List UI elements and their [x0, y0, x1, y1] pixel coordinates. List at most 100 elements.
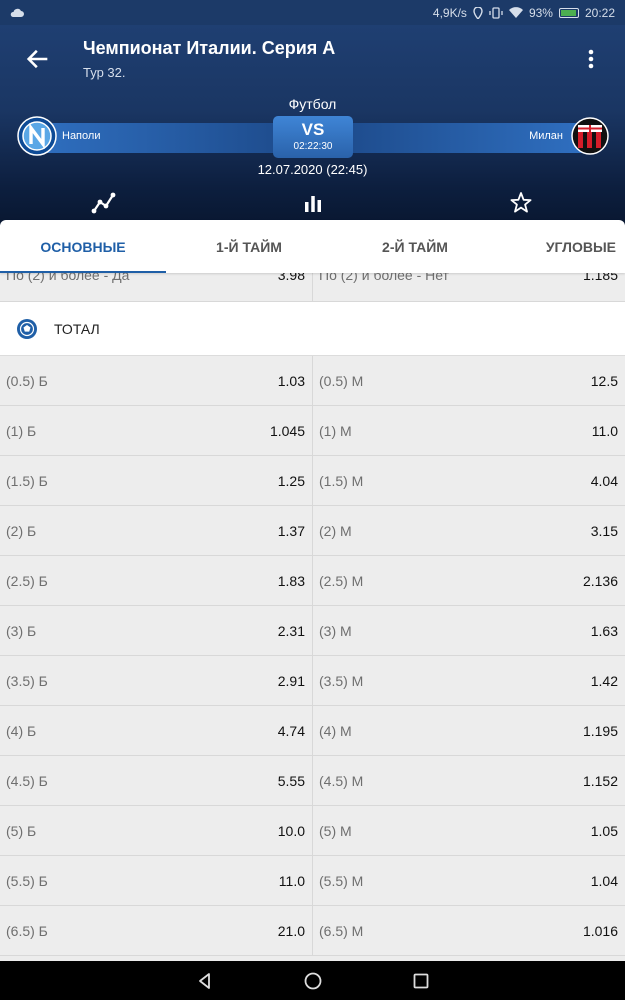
- odds-value: 4.04: [590, 472, 618, 489]
- bar-chart-icon[interactable]: [300, 190, 326, 216]
- odds-cell-yes[interactable]: По (2) и более - Да 3.98: [0, 273, 312, 301]
- section-header-total[interactable]: ТОТАЛ: [0, 302, 625, 356]
- odds-label: (0.5) Б: [6, 372, 48, 389]
- odds-cell-over[interactable]: (3.5) Б 2.91: [0, 656, 312, 705]
- odds-label: (3) М: [319, 622, 352, 639]
- odds-value: 3.15: [590, 522, 618, 539]
- odds-value: 1.83: [277, 572, 305, 589]
- odds-cell-over[interactable]: (2.5) Б 1.83: [0, 556, 312, 605]
- odds-value: 1.42: [590, 672, 618, 689]
- odds-value: 10.0: [277, 822, 305, 839]
- odds-cell-under[interactable]: (4) М 1.195: [312, 706, 625, 755]
- odds-cell-under[interactable]: (2) М 3.15: [312, 506, 625, 555]
- odds-cell-under[interactable]: (2.5) М 2.136: [312, 556, 625, 605]
- total-row: (0.5) Б 1.03 (0.5) М 12.5: [0, 356, 625, 406]
- odds-cell-over[interactable]: (2) Б 1.37: [0, 506, 312, 555]
- nav-recents-icon[interactable]: [411, 971, 431, 991]
- battery-fill: [560, 9, 576, 16]
- odds-value: 1.195: [582, 722, 618, 739]
- odds-value: 11.0: [591, 422, 618, 439]
- tab-corners[interactable]: УГЛОВЫЕ: [498, 220, 625, 273]
- odds-cell-under[interactable]: (0.5) М 12.5: [312, 356, 625, 405]
- odds-value: 1.04: [590, 872, 618, 889]
- odds-value: 1.05: [590, 822, 618, 839]
- total-row: (2.5) Б 1.83 (2.5) М 2.136: [0, 556, 625, 606]
- odds-cell-under[interactable]: (5.5) М 1.04: [312, 856, 625, 905]
- odds-cell-over[interactable]: (4) Б 4.74: [0, 706, 312, 755]
- odds-cell-over[interactable]: (1.5) Б 1.25: [0, 456, 312, 505]
- odds-cell-under[interactable]: (1) М 11.0: [312, 406, 625, 455]
- odds-label: (2.5) Б: [6, 572, 48, 589]
- odds-label: (6.5) М: [319, 922, 364, 939]
- total-row: (4) Б 4.74 (4) М 1.195: [0, 706, 625, 756]
- stats-line-icon[interactable]: [91, 190, 117, 216]
- odds-label: (4) М: [319, 722, 352, 739]
- match-vs-badge: VS 02:22:30: [273, 116, 353, 158]
- napoli-crest-icon: [17, 116, 57, 156]
- odds-label: (4.5) М: [319, 772, 364, 789]
- odds-cell-under[interactable]: (3.5) М 1.42: [312, 656, 625, 705]
- vibrate-icon: [489, 6, 503, 19]
- odds-label: (1.5) Б: [6, 472, 48, 489]
- odds-cell-over[interactable]: (0.5) Б 1.03: [0, 356, 312, 405]
- odds-label: (1.5) М: [319, 472, 364, 489]
- odds-cell-under[interactable]: (5) М 1.05: [312, 806, 625, 855]
- odds-list: По (2) и более - Да 3.98 По (2) и более …: [0, 273, 625, 961]
- tab-second-half[interactable]: 2-Й ТАЙМ: [332, 220, 498, 273]
- odds-cell-over[interactable]: (6.5) Б 21.0: [0, 906, 312, 955]
- total-row: (2) Б 1.37 (2) М 3.15: [0, 506, 625, 556]
- odds-value: 1.045: [269, 422, 305, 439]
- back-arrow-icon[interactable]: [24, 45, 52, 73]
- total-row: (1) Б 1.045 (1) М 11.0: [0, 406, 625, 456]
- odds-cell-under[interactable]: (4.5) М 1.152: [312, 756, 625, 805]
- market-tabs: ОСНОВНЫЕ 1-Й ТАЙМ 2-Й ТАЙМ УГЛОВЫЕ: [0, 220, 625, 273]
- page-title: Чемпионат Италии. Серия А: [83, 38, 336, 58]
- odds-cell-under[interactable]: (3) М 1.63: [312, 606, 625, 655]
- odds-value: 2.91: [277, 672, 305, 689]
- tab-first-half[interactable]: 1-Й ТАЙМ: [166, 220, 332, 273]
- odds-cell-over[interactable]: (3) Б 2.31: [0, 606, 312, 655]
- clock: 20:22: [584, 5, 615, 20]
- odds-value: 1.152: [582, 772, 618, 789]
- match-timer: 02:22:30: [293, 141, 333, 152]
- odds-value: 1.63: [590, 622, 618, 639]
- odds-cell-over[interactable]: (5) Б 10.0: [0, 806, 312, 855]
- odds-cell-under[interactable]: (6.5) М 1.016: [312, 906, 625, 955]
- odds-value: 5.55: [277, 772, 305, 789]
- odds-label: (4.5) Б: [6, 772, 48, 789]
- odds-label: (4) Б: [6, 722, 37, 739]
- odds-value: 12.5: [590, 372, 618, 389]
- nav-home-icon[interactable]: [303, 971, 323, 991]
- odds-label: (2.5) М: [319, 572, 364, 589]
- odds-cell-no[interactable]: По (2) и более - Нет 1.185: [312, 273, 625, 301]
- odds-value: 3.98: [277, 273, 305, 283]
- odds-label: (0.5) М: [319, 372, 364, 389]
- battery-icon: [558, 7, 579, 18]
- system-nav-bar: [0, 961, 625, 1000]
- home-team-name: Наполи: [62, 130, 101, 142]
- cloud-icon: [10, 8, 24, 17]
- match-header: Чемпионат Италии. Серия А Тур 32. Футбол…: [0, 25, 625, 240]
- odds-cell-over[interactable]: (5.5) Б 11.0: [0, 856, 312, 905]
- odds-label: (3.5) М: [319, 672, 364, 689]
- odds-label: (5.5) Б: [6, 872, 48, 889]
- away-team-name: Милан: [529, 130, 563, 142]
- odds-label: По (2) и более - Да: [6, 273, 130, 283]
- odds-label: (3.5) Б: [6, 672, 48, 689]
- star-icon[interactable]: [508, 190, 534, 216]
- odds-value: 11.0: [278, 872, 305, 889]
- wifi-icon: [508, 7, 523, 18]
- tab-main[interactable]: ОСНОВНЫЕ: [0, 220, 166, 273]
- total-row: (5.5) Б 11.0 (5.5) М 1.04: [0, 856, 625, 906]
- odds-cell-over[interactable]: (4.5) Б 5.55: [0, 756, 312, 805]
- total-row: (5) Б 10.0 (5) М 1.05: [0, 806, 625, 856]
- odds-value: 21.0: [277, 922, 305, 939]
- more-menu-icon[interactable]: [580, 45, 602, 73]
- location-icon: [473, 6, 483, 19]
- total-row: (1.5) Б 1.25 (1.5) М 4.04: [0, 456, 625, 506]
- odds-label: (3) Б: [6, 622, 37, 639]
- odds-cell-under[interactable]: (1.5) М 4.04: [312, 456, 625, 505]
- nav-back-icon[interactable]: [195, 971, 215, 991]
- odds-value: 1.185: [582, 273, 618, 283]
- odds-cell-over[interactable]: (1) Б 1.045: [0, 406, 312, 455]
